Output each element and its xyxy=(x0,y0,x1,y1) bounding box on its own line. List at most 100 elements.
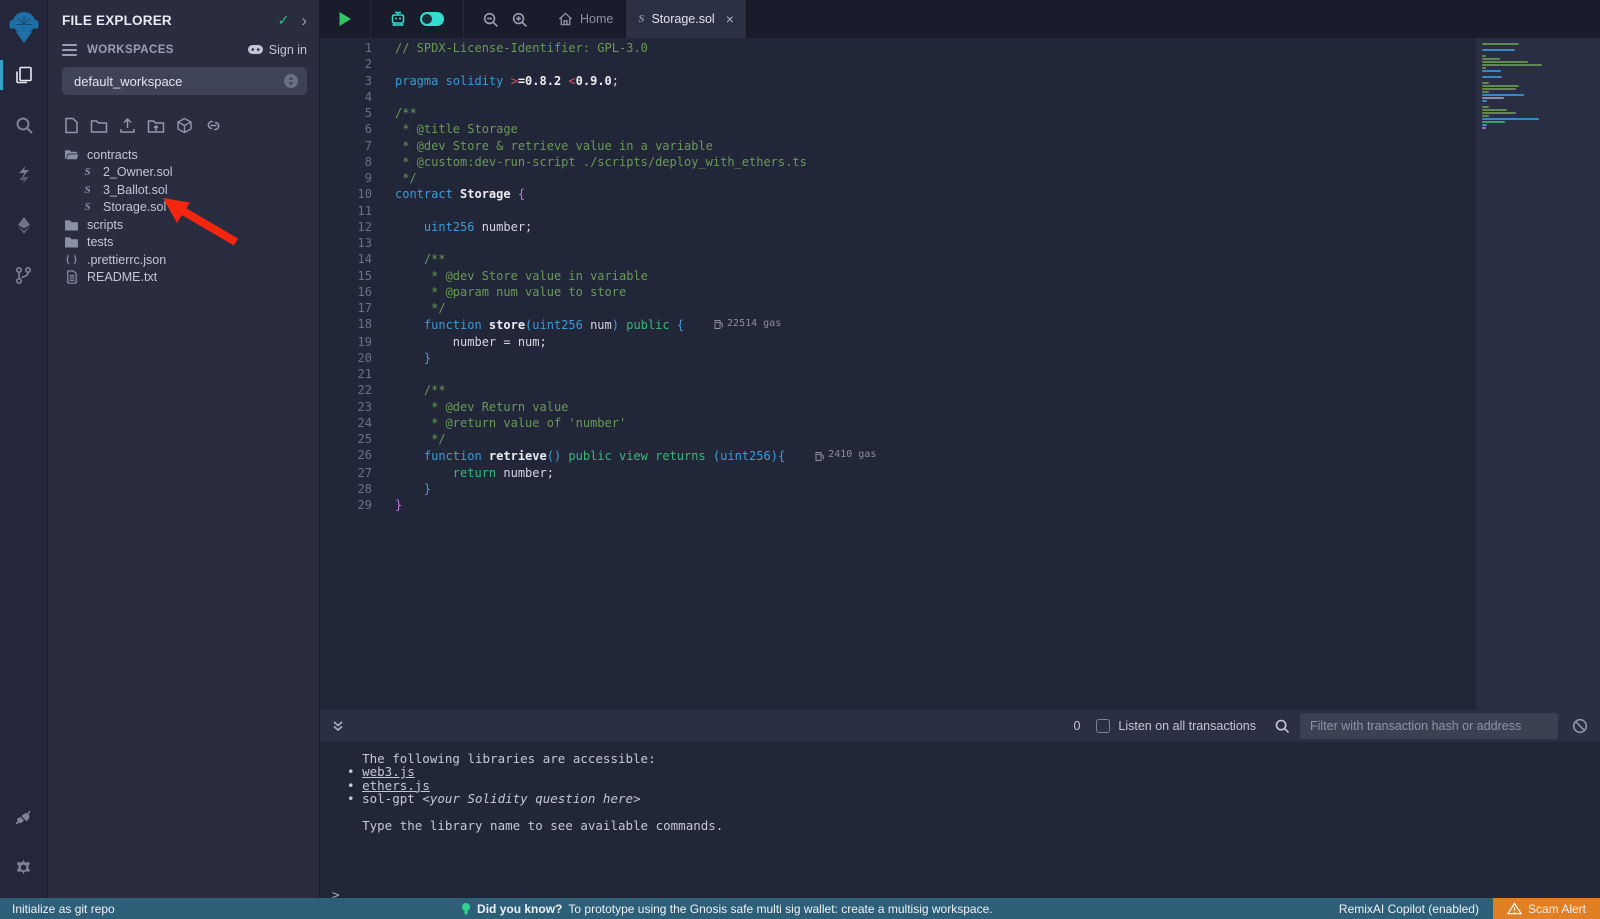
line-number[interactable]: 12 xyxy=(320,219,372,235)
line-number[interactable]: 22 xyxy=(320,382,372,398)
code-line[interactable]: 8 * @custom:dev-run-script ./scripts/dep… xyxy=(320,154,1476,170)
sidebar-item-git[interactable] xyxy=(0,256,48,294)
code-line[interactable]: 16 * @param num value to store xyxy=(320,284,1476,300)
tree-item-readme-txt[interactable]: README.txt xyxy=(48,269,319,287)
tree-item-contracts[interactable]: contracts xyxy=(48,146,319,164)
line-number[interactable]: 20 xyxy=(320,350,372,366)
line-number[interactable]: 2 xyxy=(320,56,372,72)
line-number[interactable]: 17 xyxy=(320,300,372,316)
ipfs-cube-icon[interactable] xyxy=(176,117,193,134)
code-line[interactable]: 28 } xyxy=(320,481,1476,497)
code-line[interactable]: 1// SPDX-License-Identifier: GPL-3.0 xyxy=(320,40,1476,56)
workspaces-menu-icon[interactable] xyxy=(62,44,77,56)
tree-item-tests[interactable]: tests xyxy=(48,234,319,252)
code-line[interactable]: 27 return number; xyxy=(320,465,1476,481)
sidebar-item-solidity-compiler[interactable] xyxy=(0,156,48,194)
code-line[interactable]: 21 xyxy=(320,366,1476,382)
code-line[interactable]: 26 function retrieve() public view retur… xyxy=(320,447,1476,464)
new-file-icon[interactable] xyxy=(64,117,79,134)
sidebar-item-file-explorer[interactable] xyxy=(0,56,48,94)
listen-all-transactions-checkbox[interactable] xyxy=(1096,719,1110,733)
chevron-right-icon[interactable]: › xyxy=(301,16,307,26)
sidebar-item-deploy-run[interactable] xyxy=(0,206,48,244)
ai-copilot-toggle[interactable] xyxy=(413,11,451,27)
line-number[interactable]: 6 xyxy=(320,121,372,137)
line-number[interactable]: 18 xyxy=(320,316,372,333)
code-line[interactable]: 25 */ xyxy=(320,431,1476,447)
copilot-status[interactable]: RemixAI Copilot (enabled) xyxy=(1339,902,1479,916)
code-line[interactable]: 7 * @dev Store & retrieve value in a var… xyxy=(320,138,1476,154)
tab-home[interactable]: Home xyxy=(546,0,625,38)
code-line[interactable]: 23 * @dev Return value xyxy=(320,399,1476,415)
link-icon[interactable] xyxy=(204,118,223,133)
code-line[interactable]: 12 uint256 number; xyxy=(320,219,1476,235)
run-script-button[interactable] xyxy=(332,11,358,27)
line-number[interactable]: 10 xyxy=(320,186,372,202)
code-line[interactable]: 10contract Storage { xyxy=(320,186,1476,202)
line-number[interactable]: 16 xyxy=(320,284,372,300)
sidebar-item-settings[interactable] xyxy=(0,848,48,886)
code-line[interactable]: 17 */ xyxy=(320,300,1476,316)
line-number[interactable]: 13 xyxy=(320,235,372,251)
workspace-select[interactable]: default_workspace xyxy=(62,67,307,95)
line-number[interactable]: 7 xyxy=(320,138,372,154)
remix-logo[interactable] xyxy=(0,0,48,56)
code-line[interactable]: 3pragma solidity >=0.8.2 <0.9.0; xyxy=(320,73,1476,89)
code-line[interactable]: 18 function store(uint256 num) public {2… xyxy=(320,316,1476,333)
code-line[interactable]: 14 /** xyxy=(320,251,1476,267)
minimap[interactable] xyxy=(1482,43,1552,130)
line-number[interactable]: 3 xyxy=(320,73,372,89)
line-number[interactable]: 4 xyxy=(320,89,372,105)
code-line[interactable]: 13 xyxy=(320,235,1476,251)
tree-item-storage-sol[interactable]: SStorage.sol xyxy=(48,199,319,217)
clear-console-icon[interactable] xyxy=(1572,718,1588,734)
line-number[interactable]: 25 xyxy=(320,431,372,447)
new-folder-icon[interactable] xyxy=(90,118,108,134)
code-line[interactable]: 6 * @title Storage xyxy=(320,121,1476,137)
code-line[interactable]: 29} xyxy=(320,497,1476,513)
line-number[interactable]: 27 xyxy=(320,465,372,481)
code-line[interactable]: 11 xyxy=(320,203,1476,219)
line-number[interactable]: 19 xyxy=(320,334,372,350)
line-number[interactable]: 15 xyxy=(320,268,372,284)
line-number[interactable]: 14 xyxy=(320,251,372,267)
line-number[interactable]: 26 xyxy=(320,447,372,464)
line-number[interactable]: 28 xyxy=(320,481,372,497)
terminal-search-icon[interactable] xyxy=(1274,718,1290,734)
upload-file-icon[interactable] xyxy=(119,117,136,134)
zoom-out-icon[interactable] xyxy=(476,11,505,28)
line-number[interactable]: 29 xyxy=(320,497,372,513)
sidebar-item-search[interactable] xyxy=(0,106,48,144)
sign-in-button[interactable]: Sign in xyxy=(247,43,307,57)
code-editor[interactable]: 1// SPDX-License-Identifier: GPL-3.023pr… xyxy=(320,38,1600,710)
code-line[interactable]: 20 } xyxy=(320,350,1476,366)
close-tab-icon[interactable]: × xyxy=(726,11,734,27)
tree-item-scripts[interactable]: scripts xyxy=(48,216,319,234)
code-line[interactable]: 15 * @dev Store value in variable xyxy=(320,268,1476,284)
code-line[interactable]: 5/** xyxy=(320,105,1476,121)
line-number[interactable]: 9 xyxy=(320,170,372,186)
ai-copilot-robot-icon[interactable] xyxy=(383,10,413,28)
tree-item-2-owner-sol[interactable]: S2_Owner.sol xyxy=(48,164,319,182)
line-number[interactable]: 24 xyxy=(320,415,372,431)
transaction-filter-input[interactable] xyxy=(1300,713,1558,739)
line-number[interactable]: 8 xyxy=(320,154,372,170)
line-number[interactable]: 21 xyxy=(320,366,372,382)
code-line[interactable]: 19 number = num; xyxy=(320,334,1476,350)
code-line[interactable]: 2 xyxy=(320,56,1476,72)
tab-storage-sol[interactable]: S Storage.sol × xyxy=(625,0,747,38)
code-line[interactable]: 4 xyxy=(320,89,1476,105)
scam-alert-button[interactable]: Scam Alert xyxy=(1493,898,1600,919)
expand-terminal-icon[interactable] xyxy=(332,720,344,732)
line-number[interactable]: 11 xyxy=(320,203,372,219)
code-line[interactable]: 22 /** xyxy=(320,382,1476,398)
tree-item-3-ballot-sol[interactable]: S3_Ballot.sol xyxy=(48,181,319,199)
minimap-column[interactable] xyxy=(1476,38,1600,710)
terminal-output[interactable]: The following libraries are accessible: … xyxy=(320,742,1600,898)
sidebar-item-plugin-manager[interactable] xyxy=(0,798,48,836)
code-line[interactable]: 9 */ xyxy=(320,170,1476,186)
line-number[interactable]: 23 xyxy=(320,399,372,415)
line-number[interactable]: 5 xyxy=(320,105,372,121)
code-line[interactable]: 24 * @return value of 'number' xyxy=(320,415,1476,431)
zoom-in-icon[interactable] xyxy=(505,11,534,28)
